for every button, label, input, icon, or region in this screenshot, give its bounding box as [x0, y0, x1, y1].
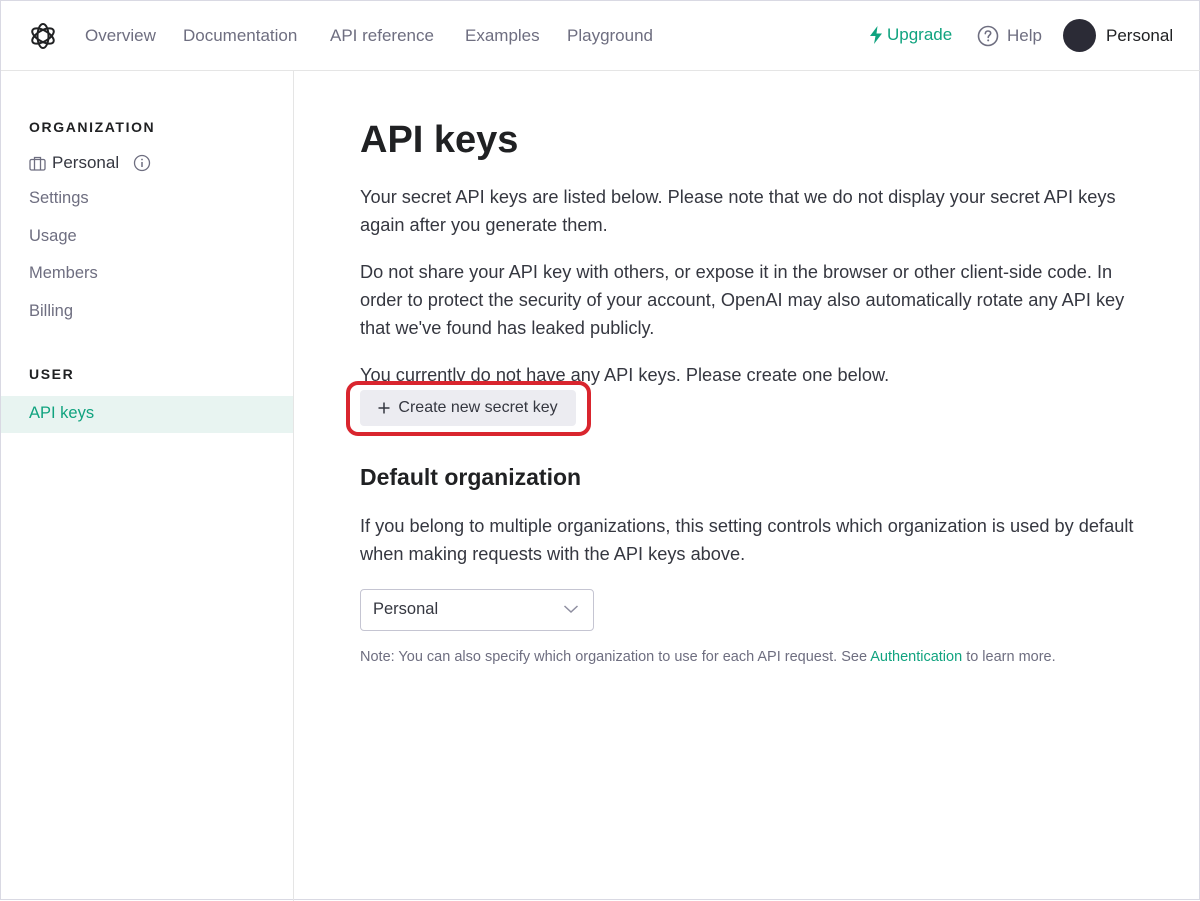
- help-label: Help: [1007, 26, 1042, 45]
- nav-documentation[interactable]: Documentation: [183, 26, 297, 46]
- default-org-title: Default organization: [360, 464, 582, 490]
- authentication-link[interactable]: Authentication: [870, 649, 962, 665]
- briefcase-icon: [29, 156, 46, 171]
- security-warning-text: Do not share your API key with others, o…: [360, 262, 1125, 338]
- app-window: Overview Documentation API reference Exa…: [0, 0, 1200, 901]
- top-nav: Overview Documentation API reference Exa…: [1, 1, 1200, 71]
- profile-name: Personal: [1106, 25, 1174, 45]
- plus-icon: [378, 402, 390, 414]
- org-switcher[interactable]: Personal: [29, 153, 151, 173]
- nav-playground[interactable]: Playground: [567, 26, 653, 46]
- help-link[interactable]: Help: [977, 25, 1042, 47]
- org-name: Personal: [52, 153, 120, 172]
- note-suffix: to learn more.: [966, 649, 1056, 665]
- profile-menu[interactable]: Personal: [1063, 19, 1173, 52]
- sidebar-item-billing[interactable]: Billing: [29, 302, 73, 321]
- avatar: [1063, 19, 1096, 52]
- organization-heading: ORGANIZATION: [29, 119, 156, 135]
- nav-overview[interactable]: Overview: [85, 26, 156, 46]
- page-title: API keys: [360, 119, 519, 161]
- sidebar-item-usage[interactable]: Usage: [29, 227, 77, 246]
- nav-examples[interactable]: Examples: [465, 26, 540, 46]
- sidebar-item-members[interactable]: Members: [29, 264, 98, 283]
- help-circle-icon: [977, 25, 999, 47]
- create-secret-key-button[interactable]: Create new secret key: [360, 390, 576, 426]
- nav-api-reference[interactable]: API reference: [330, 26, 434, 46]
- note-text: Note: You can also specify which organiz…: [360, 649, 1056, 665]
- sidebar-item-label: API keys: [29, 404, 95, 422]
- default-org-description: If you belong to multiple organizations,…: [360, 516, 1134, 564]
- user-heading: USER: [29, 366, 75, 382]
- create-secret-key-label: Create new secret key: [398, 399, 558, 416]
- info-icon[interactable]: [133, 154, 151, 172]
- default-org-select[interactable]: Personal: [360, 589, 594, 631]
- chevron-down-icon: [563, 605, 579, 614]
- intro-text: Your secret API keys are listed below. P…: [360, 187, 1116, 235]
- sidebar: ORGANIZATION Personal Settings Usage Mem…: [1, 71, 294, 901]
- lightning-icon: [870, 26, 882, 44]
- empty-state-text: You currently do not have any API keys. …: [360, 365, 890, 385]
- select-value: Personal: [373, 600, 439, 618]
- sidebar-item-settings[interactable]: Settings: [29, 189, 89, 208]
- upgrade-label: Upgrade: [887, 25, 953, 44]
- openai-logo-icon[interactable]: [28, 21, 58, 51]
- upgrade-link[interactable]: Upgrade: [869, 25, 952, 45]
- note-prefix: Note: You can also specify which organiz…: [360, 649, 868, 665]
- sidebar-item-api-keys[interactable]: API keys: [1, 396, 293, 433]
